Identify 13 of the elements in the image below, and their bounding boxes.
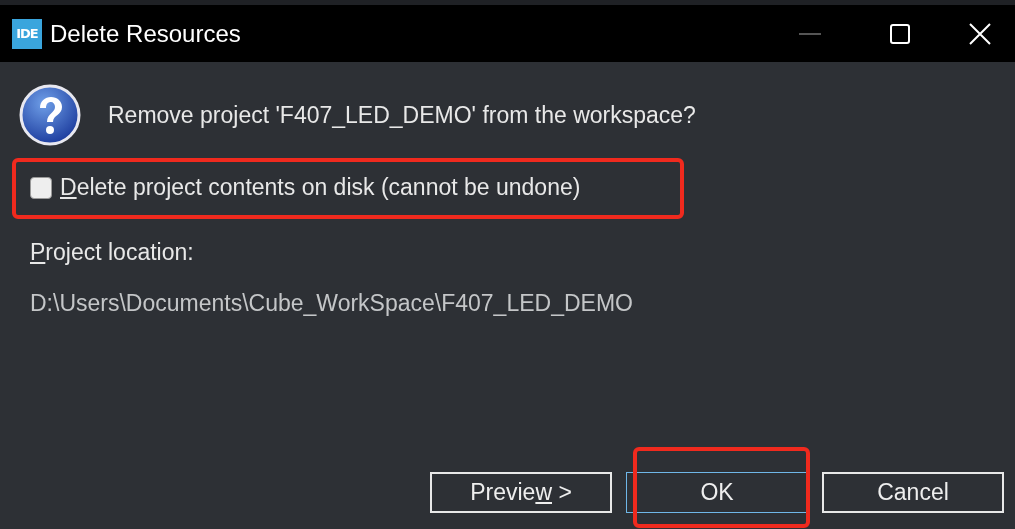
app-logo-icon: IDE (12, 18, 42, 49)
location-label: Project location: (30, 239, 195, 266)
dialog-button[interactable]: Cancel (822, 472, 1004, 513)
maximize-icon[interactable] (890, 23, 910, 44)
dialog-button[interactable]: Preview > (430, 472, 612, 513)
question-icon (18, 84, 82, 146)
dialog-button[interactable]: OK (626, 472, 808, 513)
location-path: D:\Users\Documents\Cube_WorkSpace\F407_LED_DEMO (30, 290, 634, 317)
checkbox-label[interactable]: Delete project contents on disk (cannot be undone) (60, 174, 581, 201)
window-title: Delete Resources (50, 19, 241, 48)
message-text: Remove project 'F407_LED_DEMO' from the workspace? (108, 101, 696, 129)
close-icon[interactable] (969, 22, 991, 45)
checkbox[interactable] (30, 176, 52, 199)
